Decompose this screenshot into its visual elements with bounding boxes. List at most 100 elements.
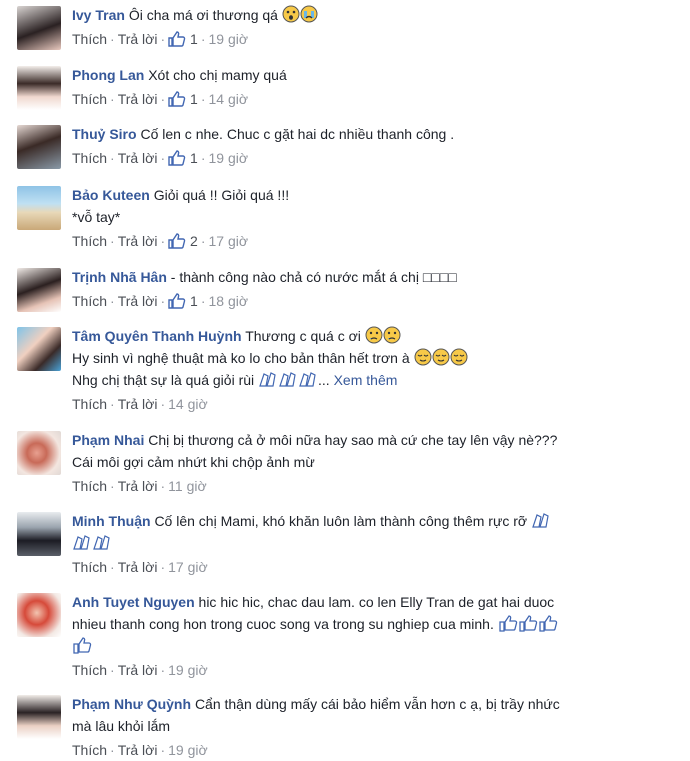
comment-text: Cố lên chị Mami, khó khăn luôn làm thành… bbox=[154, 513, 528, 529]
comment-text: Chị bị thương cả ở môi nữa hay sao mà cứ… bbox=[148, 432, 558, 448]
timestamp[interactable]: 19 giờ bbox=[209, 150, 249, 166]
separator: · bbox=[160, 742, 166, 758]
separator: · bbox=[110, 559, 115, 575]
shocked-emoji-icon bbox=[282, 5, 300, 23]
timestamp[interactable]: 17 giờ bbox=[209, 233, 249, 249]
separator: · bbox=[160, 396, 166, 412]
separator: · bbox=[160, 233, 166, 249]
timestamp[interactable]: 17 giờ bbox=[168, 559, 208, 575]
like-link[interactable]: Thích bbox=[72, 31, 107, 47]
commenter-name[interactable]: Phạm Nhai bbox=[72, 432, 144, 448]
reply-link[interactable]: Trả lời bbox=[118, 31, 158, 47]
clapping-hands-icon bbox=[73, 535, 90, 550]
separator: · bbox=[110, 31, 115, 47]
crying-emoji-icon bbox=[365, 326, 383, 344]
avatar[interactable] bbox=[17, 125, 61, 169]
reply-link[interactable]: Trả lời bbox=[118, 396, 158, 412]
thumbs-up-icon[interactable] bbox=[168, 91, 186, 107]
clapping-hands-icon bbox=[532, 513, 549, 528]
thumbs-up-icon[interactable] bbox=[168, 150, 186, 166]
like-count[interactable]: 1 bbox=[190, 293, 198, 309]
avatar[interactable] bbox=[17, 327, 61, 371]
timestamp[interactable]: 14 giờ bbox=[209, 91, 249, 107]
avatar[interactable] bbox=[17, 695, 61, 739]
commenter-name[interactable]: Bảo Kuteen bbox=[72, 187, 150, 203]
thumbs-up-icon[interactable] bbox=[168, 293, 186, 309]
crying-emoji-icon bbox=[300, 5, 318, 23]
separator: · bbox=[110, 478, 115, 494]
commenter-name[interactable]: Minh Thuận bbox=[72, 513, 151, 529]
like-link[interactable]: Thích bbox=[72, 478, 107, 494]
comment-text: - thành công nào chả có nước mắt á chị bbox=[170, 269, 419, 285]
separator: · bbox=[200, 31, 206, 47]
like-link[interactable]: Thích bbox=[72, 91, 107, 107]
like-count[interactable]: 1 bbox=[190, 91, 198, 107]
commenter-name[interactable]: Tâm Quyên Thanh Huỳnh bbox=[72, 328, 242, 344]
comment-text: *vỗ tay* bbox=[72, 209, 121, 225]
avatar[interactable] bbox=[17, 186, 61, 230]
like-link[interactable]: Thích bbox=[72, 233, 107, 249]
timestamp[interactable]: 14 giờ bbox=[168, 396, 208, 412]
reply-link[interactable]: Trả lời bbox=[118, 662, 158, 678]
like-link[interactable]: Thích bbox=[72, 662, 107, 678]
like-link[interactable]: Thích bbox=[72, 742, 107, 758]
thumbs-up-emoji-icon bbox=[499, 615, 517, 632]
separator: · bbox=[160, 293, 166, 309]
reply-link[interactable]: Trả lời bbox=[118, 293, 158, 309]
avatar[interactable] bbox=[17, 512, 61, 556]
commenter-name[interactable]: Thuỷ Siro bbox=[72, 126, 137, 142]
separator: · bbox=[200, 91, 206, 107]
commenter-name[interactable]: Phong Lan bbox=[72, 67, 144, 83]
reply-link[interactable]: Trả lời bbox=[118, 150, 158, 166]
comment-text: mà lâu khỏi lắm bbox=[72, 718, 171, 734]
avatar[interactable] bbox=[17, 431, 61, 475]
timestamp[interactable]: 18 giờ bbox=[209, 293, 249, 309]
thumbs-up-icon[interactable] bbox=[168, 31, 186, 47]
comment-text: Cẩn thận dùng mấy cái bảo hiểm vẫn hơn c… bbox=[194, 696, 560, 712]
comment-text: Ôi cha má ơi thương qá bbox=[128, 7, 278, 23]
thumbs-up-icon[interactable] bbox=[168, 233, 186, 249]
like-count[interactable]: 1 bbox=[190, 150, 198, 166]
reply-link[interactable]: Trả lời bbox=[118, 742, 158, 758]
comment-text: Cái môi gợi cảm nhứt khi chộp ảnh mừ bbox=[72, 454, 315, 470]
comment-text: nhieu thanh cong hon trong cuoc song va … bbox=[72, 616, 494, 632]
separator: · bbox=[200, 233, 206, 249]
like-link[interactable]: Thích bbox=[72, 559, 107, 575]
see-more-link[interactable]: Xem thêm bbox=[334, 372, 398, 388]
avatar[interactable] bbox=[17, 66, 61, 110]
thumbs-up-emoji-icon bbox=[539, 615, 557, 632]
commenter-name[interactable]: Anh Tuyet Nguyen bbox=[72, 594, 195, 610]
reply-link[interactable]: Trả lời bbox=[118, 559, 158, 575]
relieved-emoji-icon bbox=[432, 348, 449, 366]
reply-link[interactable]: Trả lời bbox=[118, 233, 158, 249]
crying-emoji-icon bbox=[383, 326, 401, 344]
avatar[interactable] bbox=[17, 268, 61, 312]
clapping-hands-icon bbox=[259, 372, 276, 387]
separator: · bbox=[110, 91, 115, 107]
thumbs-up-emoji-icon bbox=[73, 637, 92, 654]
separator: · bbox=[160, 662, 166, 678]
commenter-name[interactable]: Ivy Tran bbox=[72, 7, 125, 23]
clapping-hands-icon bbox=[299, 372, 316, 387]
clapping-hands-icon bbox=[279, 372, 296, 387]
separator: · bbox=[160, 91, 166, 107]
separator: · bbox=[110, 233, 115, 249]
commenter-name[interactable]: Phạm Như Quỳnh bbox=[72, 696, 191, 712]
like-count[interactable]: 1 bbox=[190, 31, 198, 47]
timestamp[interactable]: 19 giờ bbox=[209, 31, 249, 47]
commenter-name[interactable]: Trịnh Nhã Hân bbox=[72, 269, 167, 285]
reply-link[interactable]: Trả lời bbox=[118, 91, 158, 107]
timestamp[interactable]: 11 giờ bbox=[168, 478, 207, 494]
comment-text: Cố len c nhe. Chuc c gặt hai dc nhiều th… bbox=[140, 126, 455, 142]
avatar[interactable] bbox=[17, 6, 61, 50]
timestamp[interactable]: 19 giờ bbox=[168, 662, 208, 678]
comment-text: Xót cho chị mamy quá bbox=[148, 67, 287, 83]
separator: · bbox=[110, 662, 115, 678]
like-link[interactable]: Thích bbox=[72, 293, 107, 309]
reply-link[interactable]: Trả lời bbox=[118, 478, 158, 494]
like-count[interactable]: 2 bbox=[190, 233, 198, 249]
like-link[interactable]: Thích bbox=[72, 396, 107, 412]
like-link[interactable]: Thích bbox=[72, 150, 107, 166]
avatar[interactable] bbox=[17, 593, 61, 637]
timestamp[interactable]: 19 giờ bbox=[168, 742, 208, 758]
